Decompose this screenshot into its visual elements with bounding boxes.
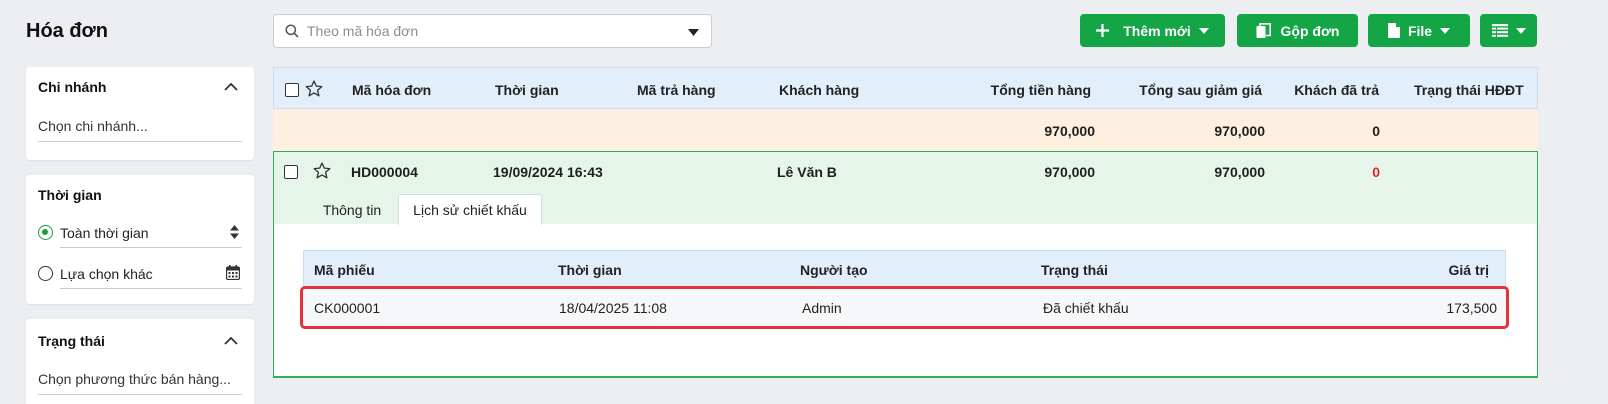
time-filter-title: Thời gian — [38, 187, 102, 203]
table-row[interactable]: CK000001 18/04/2025 11:08 Admin Đã chiết… — [300, 286, 1509, 329]
tab-info[interactable]: Thông tin — [304, 194, 400, 225]
page-title: Hóa đơn — [26, 20, 108, 42]
hist-row-time: 18/04/2025 11:08 — [559, 300, 667, 316]
caret-down-icon[interactable] — [688, 29, 699, 36]
branch-select[interactable]: Chọn chi nhánh... — [38, 118, 242, 142]
hist-col-creator: Người tạo — [800, 262, 868, 278]
radio-all-time[interactable] — [38, 225, 53, 240]
plus-icon — [1096, 24, 1110, 37]
calendar-icon[interactable] — [226, 265, 240, 280]
custom-time-select[interactable]: Lựa chọn khác — [60, 265, 242, 289]
select-all-checkbox[interactable] — [285, 83, 299, 97]
merge-orders-button[interactable]: Gộp đơn — [1237, 14, 1358, 47]
invoice-table-header: Mã hóa đơn Thời gian Mã trả hàng Khách h… — [273, 67, 1538, 109]
col-einvoice-status: Trạng thái HĐĐT — [1414, 82, 1524, 98]
col-customer: Khách hàng — [779, 82, 860, 98]
tab-info-label: Thông tin — [322, 201, 382, 218]
radio-custom-time[interactable] — [38, 266, 53, 281]
table-row[interactable]: HD000004 19/09/2024 16:43 Lê Văn B 970,0… — [274, 152, 1537, 225]
hist-col-time: Thời gian — [558, 262, 622, 278]
col-after-discount: Tổng sau giảm giá — [1139, 82, 1262, 98]
hist-row-creator: Admin — [802, 300, 842, 316]
row-total: 970,000 — [1044, 164, 1095, 180]
file-icon — [1387, 23, 1400, 38]
col-time: Thời gian — [495, 82, 559, 98]
time-filter-panel: Thời gian Toàn thời gian Lựa chọn khác — [26, 175, 254, 304]
star-icon[interactable] — [313, 162, 331, 179]
row-after-discount: 970,000 — [1214, 164, 1265, 180]
list-view-icon — [1491, 24, 1508, 37]
add-new-label: Thêm mới — [1123, 22, 1191, 39]
row-paid: 0 — [1372, 164, 1380, 180]
status-filter-panel: Trạng thái Chọn phương thức bán hàng... — [26, 319, 254, 404]
file-label: File — [1407, 22, 1433, 39]
copy-icon — [1256, 22, 1271, 38]
summary-total: 970,000 — [1044, 123, 1095, 139]
col-return-code: Mã trả hàng — [637, 82, 716, 98]
caret-down-icon — [1440, 27, 1451, 34]
caret-down-icon — [1515, 27, 1526, 34]
row-bottom-border — [273, 376, 1538, 378]
col-paid: Khách đã trả — [1294, 82, 1379, 98]
branch-filter-panel: Chi nhánh Chọn chi nhánh... — [26, 67, 254, 160]
invoice-search-box — [273, 14, 712, 48]
chevron-up-icon[interactable] — [224, 336, 238, 345]
all-time-label: Toàn thời gian — [60, 225, 149, 241]
row-time: 19/09/2024 16:43 — [493, 164, 603, 180]
row-customer: Lê Văn B — [777, 164, 837, 180]
caret-down-icon — [1198, 27, 1209, 34]
invoice-search-input[interactable] — [307, 21, 677, 41]
sort-arrows-icon — [230, 225, 239, 239]
discount-history-header: Mã phiếu Thời gian Người tạo Trạng thái … — [303, 250, 1506, 288]
column-view-button[interactable] — [1480, 14, 1537, 47]
chevron-up-icon[interactable] — [224, 82, 238, 91]
hist-col-code: Mã phiếu — [314, 262, 375, 278]
hist-col-status: Trạng thái — [1041, 262, 1108, 278]
summary-row: 970,000 970,000 0 — [273, 109, 1538, 151]
col-invoice-code: Mã hóa đơn — [352, 82, 432, 98]
star-icon[interactable] — [305, 80, 323, 97]
tab-discount-history[interactable]: Lịch sử chiết khấu — [398, 194, 542, 225]
search-icon — [285, 24, 299, 38]
col-total: Tổng tiền hàng — [990, 82, 1091, 98]
custom-time-label: Lựa chọn khác — [60, 266, 153, 282]
all-time-select[interactable]: Toàn thời gian — [60, 225, 242, 248]
hist-row-status: Đã chiết khấu — [1043, 300, 1129, 316]
status-select-placeholder: Chọn phương thức bán hàng... — [38, 371, 231, 387]
add-new-button[interactable]: Thêm mới — [1080, 14, 1225, 47]
invoice-table: Mã hóa đơn Thời gian Mã trả hàng Khách h… — [273, 67, 1538, 377]
file-button[interactable]: File — [1368, 14, 1470, 47]
status-select[interactable]: Chọn phương thức bán hàng... — [38, 371, 242, 395]
hist-col-value: Giá trị — [1448, 262, 1489, 278]
summary-after-discount: 970,000 — [1214, 123, 1265, 139]
expanded-invoice-row: HD000004 19/09/2024 16:43 Lê Văn B 970,0… — [273, 151, 1538, 377]
status-filter-title: Trạng thái — [38, 333, 105, 349]
tab-discount-history-label: Lịch sử chiết khấu — [413, 202, 527, 218]
branch-filter-title: Chi nhánh — [38, 79, 107, 95]
row-invoice-code: HD000004 — [351, 164, 418, 180]
branch-select-placeholder: Chọn chi nhánh... — [38, 118, 148, 134]
hist-row-code-link[interactable]: CK000001 — [314, 300, 380, 316]
summary-paid: 0 — [1372, 123, 1380, 139]
merge-orders-label: Gộp đơn — [1280, 22, 1340, 39]
row-checkbox[interactable] — [284, 165, 298, 179]
hist-row-value: 173,500 — [1446, 300, 1497, 316]
